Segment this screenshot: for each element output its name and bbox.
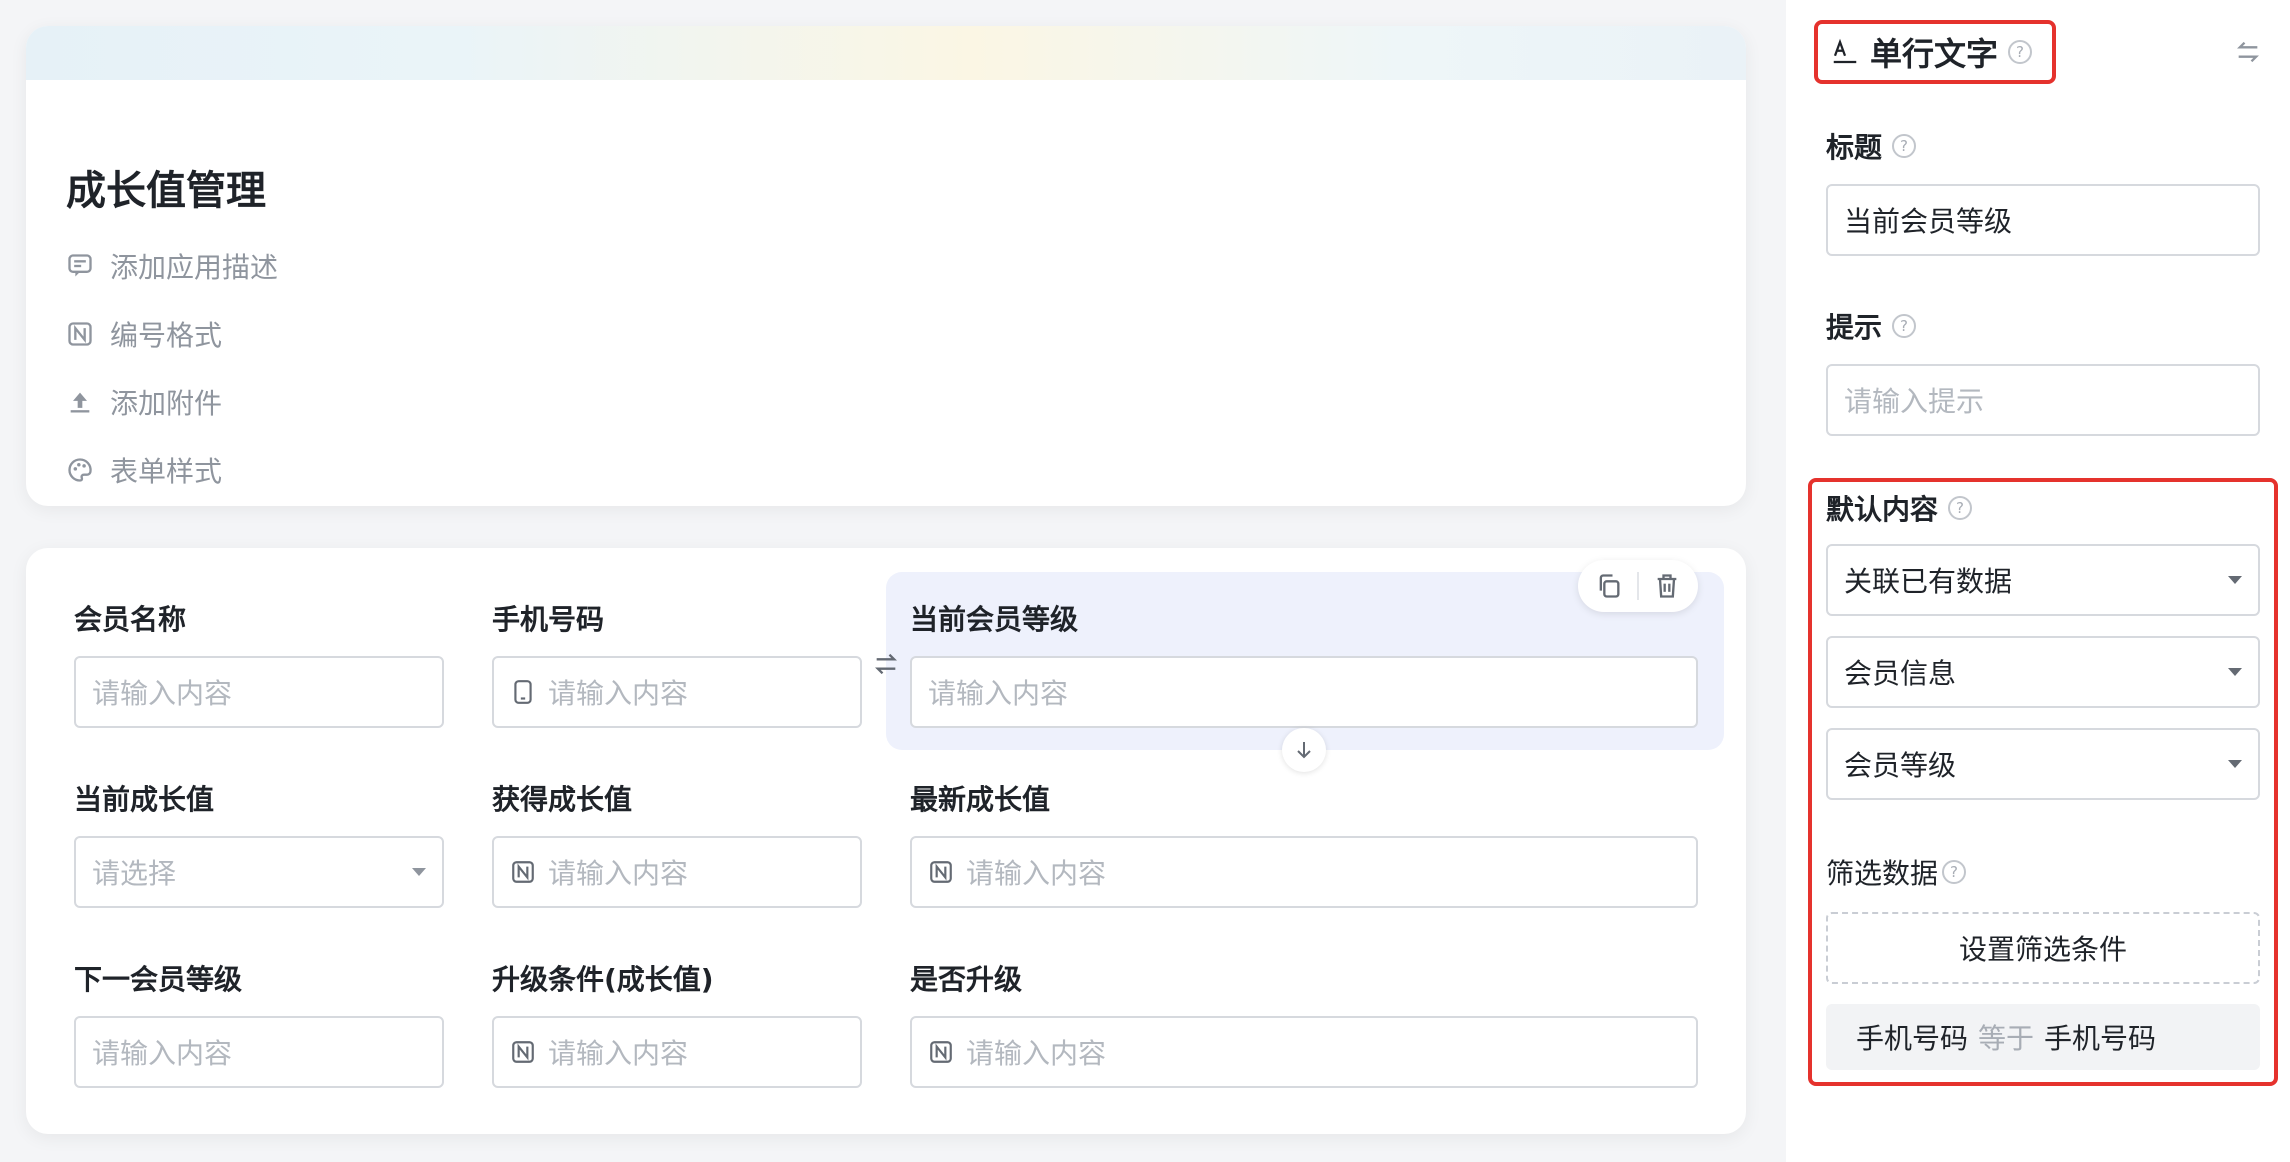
field-label-upgrade-condition: 升级条件(成长值) bbox=[492, 963, 714, 996]
number-icon bbox=[930, 861, 952, 883]
numbering-icon bbox=[68, 322, 92, 346]
number-icon bbox=[512, 1041, 534, 1063]
text-field-icon bbox=[1833, 38, 1857, 64]
phone-input[interactable]: 请输入内容 bbox=[492, 656, 862, 728]
next-level-input[interactable]: 请输入内容 bbox=[74, 1016, 444, 1088]
copy-icon[interactable] bbox=[1595, 572, 1623, 600]
swap-icon bbox=[875, 653, 897, 675]
arrow-down-icon bbox=[1297, 742, 1311, 759]
help-icon[interactable]: ? bbox=[1942, 860, 1967, 884]
condition-operator: 等于 bbox=[1978, 1022, 2035, 1055]
field-label-member-name: 会员名称 bbox=[74, 603, 187, 636]
title-label-text: 标题 bbox=[1826, 131, 1883, 164]
latest-growth-input[interactable]: 请输入内容 bbox=[910, 836, 1698, 908]
field-label-latest-growth: 最新成长值 bbox=[910, 783, 1051, 816]
numbering-format-item[interactable]: 编号格式 bbox=[66, 314, 222, 354]
field-toolbar bbox=[1578, 560, 1698, 612]
filter-data-label: 筛选数据 ? bbox=[1826, 852, 1967, 892]
toolbar-divider bbox=[1637, 572, 1639, 600]
default-content-label: 默认内容 ? bbox=[1826, 488, 1973, 528]
number-icon bbox=[512, 861, 534, 883]
trash-icon[interactable] bbox=[1653, 572, 1681, 600]
upgrade-condition-input[interactable]: 请输入内容 bbox=[492, 1016, 862, 1088]
chevron-down-icon bbox=[2228, 760, 2242, 768]
current-level-input[interactable]: 请输入内容 bbox=[910, 656, 1698, 728]
source-field-select[interactable]: 会员等级 bbox=[1826, 728, 2260, 800]
meta-item-label: 编号格式 bbox=[110, 319, 223, 352]
is-upgraded-input[interactable]: 请输入内容 bbox=[910, 1016, 1698, 1088]
field-label-earned-growth: 获得成长值 bbox=[492, 783, 633, 816]
hint-label-text: 提示 bbox=[1826, 311, 1883, 344]
move-down-button[interactable] bbox=[1282, 728, 1326, 772]
member-name-input[interactable]: 请输入内容 bbox=[74, 656, 444, 728]
help-icon[interactable]: ? bbox=[1948, 496, 1973, 520]
palette-icon bbox=[68, 458, 92, 482]
phone-icon bbox=[514, 680, 532, 704]
condition-left-field: 手机号码 bbox=[1856, 1022, 1969, 1055]
field-label-current-growth: 当前成长值 bbox=[74, 783, 215, 816]
form-style-item[interactable]: 表单样式 bbox=[66, 450, 222, 490]
earned-growth-input[interactable]: 请输入内容 bbox=[492, 836, 862, 908]
hint-prop-label: 提示 ? bbox=[1826, 306, 1917, 346]
input-placeholder: 请输入内容 bbox=[966, 857, 1107, 890]
chevron-down-icon bbox=[412, 868, 426, 876]
meta-item-label: 添加应用描述 bbox=[110, 251, 279, 284]
source-form-select[interactable]: 会员信息 bbox=[1826, 636, 2260, 708]
input-placeholder: 请输入内容 bbox=[548, 1037, 689, 1070]
input-placeholder: 请输入内容 bbox=[92, 1037, 233, 1070]
input-placeholder: 请输入内容 bbox=[548, 677, 689, 710]
switch-icon bbox=[2237, 41, 2259, 63]
header-banner bbox=[26, 26, 1746, 80]
default-mode-select[interactable]: 关联已有数据 bbox=[1826, 544, 2260, 616]
source-form-value: 会员信息 bbox=[1844, 657, 1957, 690]
filter-condition-row[interactable]: 手机号码 等于 手机号码 bbox=[1826, 1004, 2260, 1070]
switch-type-button[interactable] bbox=[2228, 32, 2268, 72]
title-input[interactable]: 当前会员等级 bbox=[1826, 184, 2260, 256]
default-label-text: 默认内容 bbox=[1826, 493, 1939, 526]
app-title[interactable]: 成长值管理 bbox=[66, 158, 266, 216]
input-placeholder: 请输入内容 bbox=[548, 857, 689, 890]
help-icon[interactable]: ? bbox=[2008, 40, 2033, 64]
add-attachment-item[interactable]: 添加附件 bbox=[66, 382, 222, 422]
component-type-label: 单行文字 bbox=[1870, 35, 1999, 73]
select-placeholder: 请选择 bbox=[92, 857, 177, 890]
meta-item-label: 表单样式 bbox=[110, 455, 223, 488]
number-icon bbox=[930, 1041, 952, 1063]
field-label-current-level: 当前会员等级 bbox=[910, 603, 1079, 636]
input-placeholder: 请输入内容 bbox=[928, 677, 1069, 710]
filter-label-text: 筛选数据 bbox=[1826, 857, 1939, 890]
default-mode-value: 关联已有数据 bbox=[1844, 565, 2013, 598]
condition-right-field: 手机号码 bbox=[2044, 1022, 2157, 1055]
input-placeholder: 请输入内容 bbox=[966, 1037, 1107, 1070]
current-growth-select[interactable]: 请选择 bbox=[74, 836, 444, 908]
swap-position-button[interactable] bbox=[868, 646, 904, 682]
chevron-down-icon bbox=[2228, 576, 2242, 584]
field-label-next-level: 下一会员等级 bbox=[74, 963, 243, 996]
input-placeholder: 请输入内容 bbox=[92, 677, 233, 710]
upload-icon bbox=[70, 392, 90, 413]
field-label-phone: 手机号码 bbox=[492, 603, 605, 636]
title-input-value: 当前会员等级 bbox=[1844, 205, 2013, 238]
app-header-card: 成长值管理 添加应用描述 编号格式 添加附件 表单样式 bbox=[26, 26, 1746, 506]
comment-icon bbox=[68, 254, 92, 277]
set-filter-button[interactable]: 设置筛选条件 bbox=[1826, 912, 2260, 984]
help-icon[interactable]: ? bbox=[1892, 134, 1917, 158]
component-type-header: 单行文字 ? bbox=[1830, 30, 2033, 74]
title-prop-label: 标题 ? bbox=[1826, 126, 1917, 166]
source-field-value: 会员等级 bbox=[1844, 749, 1957, 782]
add-description-item[interactable]: 添加应用描述 bbox=[66, 246, 278, 286]
hint-input-placeholder: 请输入提示 bbox=[1844, 385, 1985, 418]
hint-input[interactable]: 请输入提示 bbox=[1826, 364, 2260, 436]
meta-item-label: 添加附件 bbox=[110, 387, 223, 420]
chevron-down-icon bbox=[2228, 668, 2242, 676]
field-label-is-upgraded: 是否升级 bbox=[910, 963, 1023, 996]
help-icon[interactable]: ? bbox=[1892, 314, 1917, 338]
